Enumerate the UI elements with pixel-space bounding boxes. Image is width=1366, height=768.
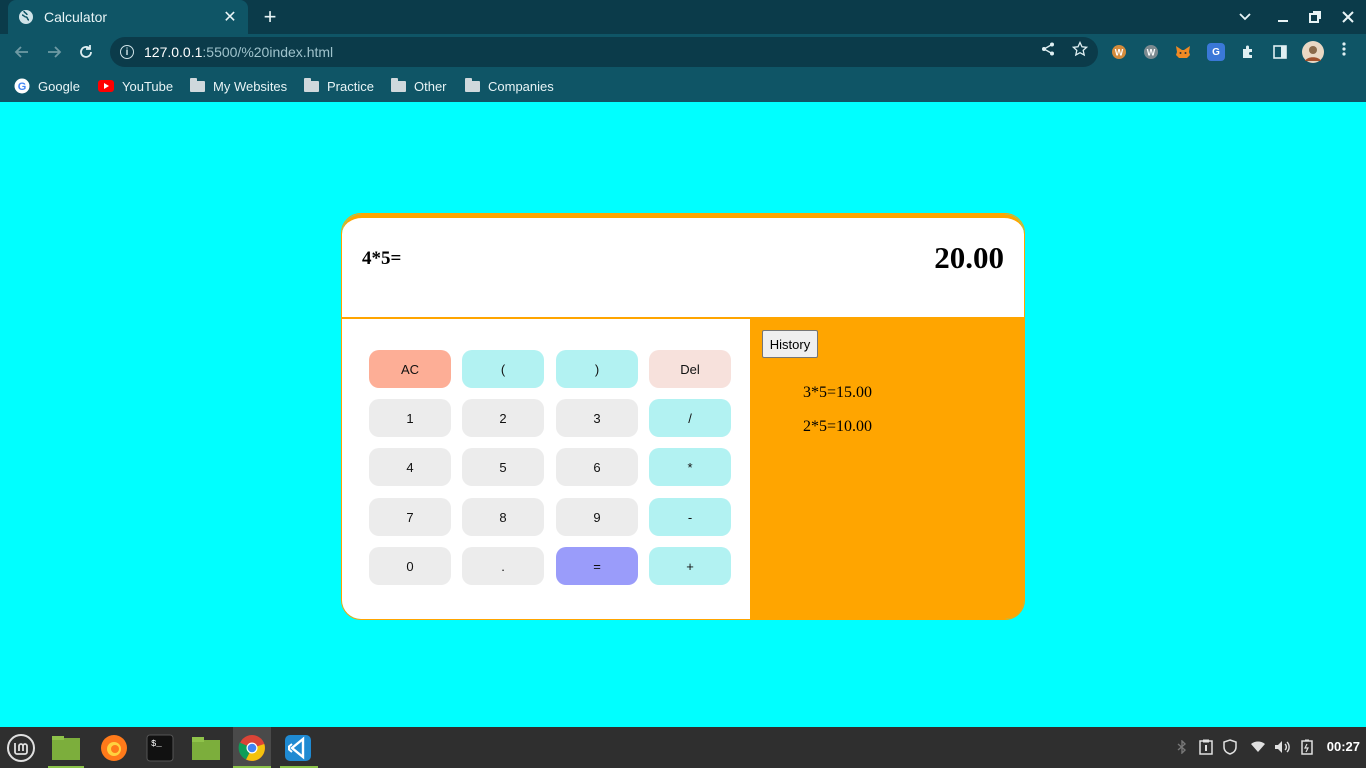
bookmark-folder-my-websites[interactable]: My Websites: [189, 77, 287, 95]
wifi-icon[interactable]: [1250, 739, 1266, 755]
browser-tab-bar: Calculator ✕ +: [0, 0, 1366, 34]
extensions-puzzle-icon[interactable]: [1239, 43, 1257, 61]
key-add[interactable]: +: [649, 547, 731, 585]
metamask-fox-icon[interactable]: [1174, 43, 1192, 61]
bookmark-youtube[interactable]: YouTube: [98, 77, 173, 95]
chrome-icon[interactable]: [236, 732, 268, 764]
key-6[interactable]: 6: [556, 448, 638, 486]
google-g-icon: G: [14, 78, 30, 94]
browser-toolbar: i 127.0.0.1:5500/%20index.html W W G: [0, 34, 1366, 70]
tab-search-icon[interactable]: [1229, 0, 1261, 34]
bookmark-star-icon[interactable]: [1072, 41, 1088, 57]
shield-icon[interactable]: [1222, 739, 1238, 755]
svg-text:G: G: [18, 81, 27, 93]
key-9[interactable]: 9: [556, 498, 638, 536]
bookmark-folder-practice[interactable]: Practice: [303, 77, 374, 95]
key-multiply[interactable]: *: [649, 448, 731, 486]
history-button[interactable]: History: [762, 330, 818, 358]
key-subtract[interactable]: -: [649, 498, 731, 536]
bookmark-label: Practice: [327, 78, 374, 94]
wordpress-extension-icon[interactable]: W: [1110, 43, 1128, 61]
key-4[interactable]: 4: [369, 448, 451, 486]
back-icon[interactable]: [10, 40, 34, 64]
expression-text: 4*5=: [362, 248, 402, 269]
share-icon[interactable]: [1040, 41, 1056, 57]
key-3[interactable]: 3: [556, 399, 638, 437]
key-1[interactable]: 1: [369, 399, 451, 437]
url-host: 127.0.0.1: [144, 44, 203, 60]
history-entry[interactable]: 2*5=10.00: [803, 418, 872, 436]
tab-calculator[interactable]: Calculator ✕: [8, 0, 248, 34]
firefox-icon[interactable]: [98, 732, 130, 764]
address-bar[interactable]: i 127.0.0.1:5500/%20index.html: [110, 37, 1098, 67]
key-divide[interactable]: /: [649, 399, 731, 437]
key-open-paren[interactable]: (: [462, 350, 544, 388]
key-2[interactable]: 2: [462, 399, 544, 437]
bookmark-label: My Websites: [213, 78, 288, 94]
close-tab-icon[interactable]: ✕: [222, 9, 238, 26]
menu-kebab-icon[interactable]: [1336, 41, 1352, 57]
clock[interactable]: 00:27: [1327, 739, 1360, 754]
clipboard-icon[interactable]: [1198, 739, 1214, 755]
folder-icon: [464, 77, 480, 94]
bookmark-google[interactable]: G Google: [14, 77, 80, 95]
files-folder-icon[interactable]: [190, 732, 222, 764]
youtube-icon: [98, 78, 114, 94]
reload-icon[interactable]: [74, 40, 98, 64]
key-5[interactable]: 5: [462, 448, 544, 486]
minimize-icon[interactable]: [1267, 0, 1299, 34]
key-clear[interactable]: AC: [369, 350, 451, 388]
result-text: 20.00: [934, 240, 1004, 275]
history-entry[interactable]: 3*5=15.00: [803, 384, 872, 402]
vscode-icon[interactable]: [282, 732, 314, 764]
bluetooth-icon[interactable]: [1174, 739, 1190, 755]
folder-icon: [303, 77, 319, 94]
key-0[interactable]: 0: [369, 547, 451, 585]
key-7[interactable]: 7: [369, 498, 451, 536]
bookmark-label: Companies: [488, 78, 554, 94]
folder-icon: [189, 77, 205, 94]
svg-text:W: W: [1147, 48, 1156, 58]
side-panel-icon[interactable]: [1271, 43, 1289, 61]
tab-title: Calculator: [44, 9, 108, 25]
battery-icon[interactable]: [1299, 739, 1315, 755]
wordpress-alt-extension-icon[interactable]: W: [1142, 43, 1160, 61]
history-panel: History 3*5=15.00 2*5=10.00: [750, 319, 1024, 619]
bookmark-folder-other[interactable]: Other: [390, 77, 447, 95]
url-path: :5500/%20index.html: [202, 44, 334, 60]
key-equals[interactable]: =: [556, 547, 638, 585]
globe-icon: [18, 9, 34, 25]
google-translate-icon[interactable]: G: [1207, 43, 1225, 61]
svg-text:$_: $_: [151, 739, 162, 749]
show-desktop-icon[interactable]: [50, 732, 82, 764]
folder-icon: [390, 77, 406, 94]
bookmarks-bar: G Google YouTube My Websites Practice Ot…: [0, 70, 1366, 102]
key-delete[interactable]: Del: [649, 350, 731, 388]
mint-menu-icon[interactable]: [5, 732, 37, 764]
restore-icon[interactable]: [1299, 0, 1331, 34]
forward-icon[interactable]: [42, 40, 66, 64]
taskbar: $_ 00:27: [0, 727, 1366, 768]
terminal-icon[interactable]: $_: [144, 732, 176, 764]
keypad: AC ( ) Del 1 2 3 / 4 5 6 * 7 8 9 - 0 . =…: [342, 319, 750, 619]
bookmark-label: YouTube: [122, 78, 174, 94]
bookmark-label: Other: [414, 78, 447, 94]
calculator-display: 4*5= 20.00: [342, 214, 1024, 319]
key-8[interactable]: 8: [462, 498, 544, 536]
profile-avatar[interactable]: [1302, 41, 1324, 63]
close-window-icon[interactable]: [1332, 0, 1364, 34]
key-decimal[interactable]: .: [462, 547, 544, 585]
site-info-icon[interactable]: i: [120, 45, 134, 59]
bookmark-label: Google: [38, 78, 80, 94]
key-close-paren[interactable]: ): [556, 350, 638, 388]
volume-icon[interactable]: [1274, 739, 1290, 755]
bookmark-folder-companies[interactable]: Companies: [464, 77, 554, 95]
new-tab-button[interactable]: +: [258, 4, 282, 29]
calculator: 4*5= 20.00 AC ( ) Del 1 2 3 / 4 5 6 * 7 …: [341, 213, 1025, 620]
svg-text:W: W: [1115, 48, 1124, 58]
